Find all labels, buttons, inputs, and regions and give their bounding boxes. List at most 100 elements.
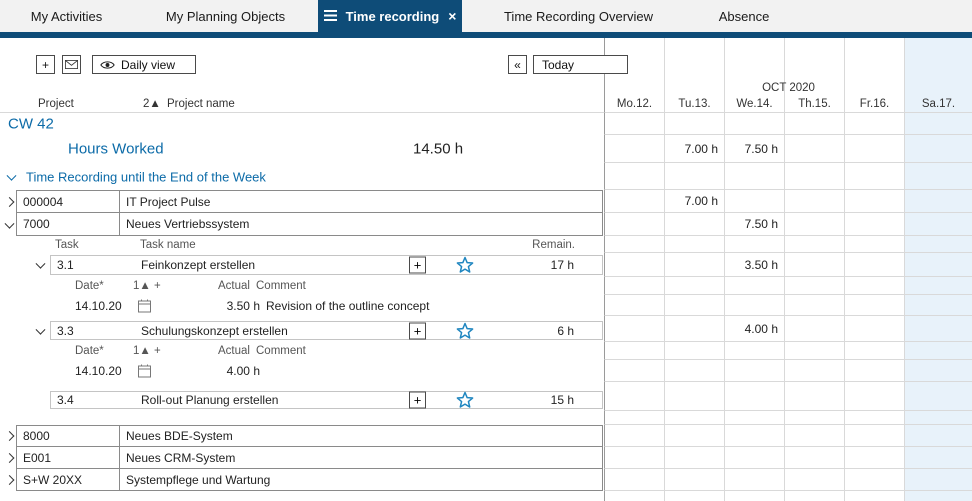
- day-cell: [785, 447, 845, 468]
- entry-header-row: Date* 1▲ + Actual Comment: [0, 277, 972, 295]
- toolbar-row: + Daily view OCT 2020 « Today: [0, 38, 972, 95]
- day-cell: [665, 425, 725, 446]
- day-cell: [845, 113, 905, 134]
- day-cell: [605, 360, 665, 381]
- entry-date[interactable]: 14.10.20: [75, 299, 122, 313]
- favorite-star-icon[interactable]: [456, 392, 474, 409]
- project-name-cell: Systempflege und Wartung: [120, 468, 603, 491]
- tab-absence[interactable]: Absence: [695, 0, 793, 32]
- day-cell: [845, 236, 905, 252]
- section-title: Time Recording until the End of the Week: [26, 169, 266, 184]
- day-value-cell: [605, 253, 665, 276]
- task-row: 3.3 Schulungskonzept erstellen + 6 h 4.0…: [0, 316, 972, 342]
- day-cell: [785, 425, 845, 446]
- project-row: E001 Neues CRM-System: [0, 447, 972, 469]
- day-cell: [665, 295, 725, 315]
- day-cell: [785, 469, 845, 490]
- day-value-cell: 3.50 h: [725, 253, 785, 276]
- project-id-cell: 7000: [16, 212, 120, 236]
- back-icon: «: [514, 58, 521, 72]
- mail-button[interactable]: [62, 55, 81, 74]
- day-cell: [605, 447, 665, 468]
- project-name-cell: Neues Vertriebssystem: [120, 212, 603, 236]
- close-icon[interactable]: ×: [448, 8, 456, 24]
- entry-actual: 4.00 h: [205, 364, 260, 378]
- today-button[interactable]: Today: [533, 55, 628, 74]
- entry-sort-indicator[interactable]: 1▲ +: [133, 345, 161, 357]
- day-cell: [605, 382, 665, 410]
- day-value-cell: [605, 213, 665, 235]
- sort-indicator[interactable]: 2▲: [143, 98, 161, 110]
- day-cell: [605, 469, 665, 490]
- day-cell-weekend: [905, 360, 972, 381]
- expand-project-icon[interactable]: [5, 197, 15, 207]
- add-booking-button[interactable]: +: [409, 257, 426, 274]
- day-value-cell-weekend: [905, 253, 972, 276]
- day-value-cell-weekend: [905, 135, 972, 162]
- day-cell-weekend: [905, 113, 972, 134]
- day-value-cell: [845, 213, 905, 235]
- expand-project-icon[interactable]: [5, 431, 15, 441]
- expand-project-icon[interactable]: [5, 453, 15, 463]
- day-cell: [785, 360, 845, 381]
- favorite-star-icon[interactable]: [456, 257, 474, 274]
- plus-icon: +: [414, 323, 422, 338]
- day-cell: [725, 360, 785, 381]
- view-selector-label: Daily view: [121, 58, 175, 72]
- tab-time-recording[interactable]: Time recording ×: [318, 0, 462, 32]
- day-cell: [605, 411, 665, 424]
- collapse-task-icon[interactable]: [36, 324, 46, 334]
- tab-label: Time recording: [346, 9, 440, 24]
- day-cell: [605, 277, 665, 294]
- day-cell: [605, 491, 665, 501]
- collapse-project-icon[interactable]: [5, 218, 15, 228]
- add-button[interactable]: +: [36, 55, 55, 74]
- collapse-task-icon[interactable]: [36, 259, 46, 269]
- tab-label: My Activities: [31, 9, 103, 24]
- view-selector-button[interactable]: Daily view: [92, 55, 196, 74]
- entry-date[interactable]: 14.10.20: [75, 364, 122, 378]
- add-booking-button[interactable]: +: [409, 392, 426, 409]
- tab-my-activities[interactable]: My Activities: [0, 0, 133, 32]
- day-cell: [725, 469, 785, 490]
- day-value-cell: [845, 135, 905, 162]
- project-row: 7000 Neues Vertriebssystem 7.50 h: [0, 213, 972, 236]
- day-value-cell: [785, 190, 845, 212]
- tab-label: My Planning Objects: [166, 9, 285, 24]
- col-header-comment: Comment: [256, 345, 306, 357]
- filler-row: [0, 491, 972, 501]
- spacer-row: [0, 411, 972, 425]
- col-header-project[interactable]: Project: [38, 98, 74, 110]
- day-value-cell: [785, 213, 845, 235]
- day-header: Th.15.: [785, 95, 845, 112]
- col-header-actual: Actual: [218, 280, 250, 292]
- calendar-icon[interactable]: [138, 365, 151, 378]
- add-booking-button[interactable]: +: [409, 322, 426, 339]
- calendar-icon[interactable]: [138, 299, 151, 312]
- tab-time-recording-overview[interactable]: Time Recording Overview: [462, 0, 695, 32]
- day-cell: [665, 163, 725, 189]
- tab-my-planning-objects[interactable]: My Planning Objects: [133, 0, 318, 32]
- previous-week-button[interactable]: «: [508, 55, 527, 74]
- day-cell: [665, 277, 725, 294]
- plus-icon: +: [414, 258, 422, 273]
- collapse-section-icon[interactable]: [7, 170, 17, 180]
- day-cell-weekend: [905, 342, 972, 359]
- day-cell: [605, 425, 665, 446]
- day-cell: [845, 425, 905, 446]
- day-cell: [785, 295, 845, 315]
- column-header-row: Project 2▲ Project name Mo.12.Tu.13.We.1…: [0, 95, 972, 113]
- day-cell: [785, 236, 845, 252]
- expand-project-icon[interactable]: [5, 475, 15, 485]
- entry-sort-indicator[interactable]: 1▲ +: [133, 280, 161, 292]
- col-header-date: Date*: [75, 345, 104, 357]
- favorite-star-icon[interactable]: [456, 322, 474, 339]
- day-value-cell: 7.50 h: [725, 135, 785, 162]
- day-cell: [605, 342, 665, 359]
- week-label: CW 42: [8, 116, 54, 133]
- day-value-cell: [785, 253, 845, 276]
- day-value-cell-weekend: [905, 213, 972, 235]
- col-header-project-name[interactable]: Project name: [167, 98, 235, 110]
- day-value-cell: [665, 213, 725, 235]
- day-cell: [845, 360, 905, 381]
